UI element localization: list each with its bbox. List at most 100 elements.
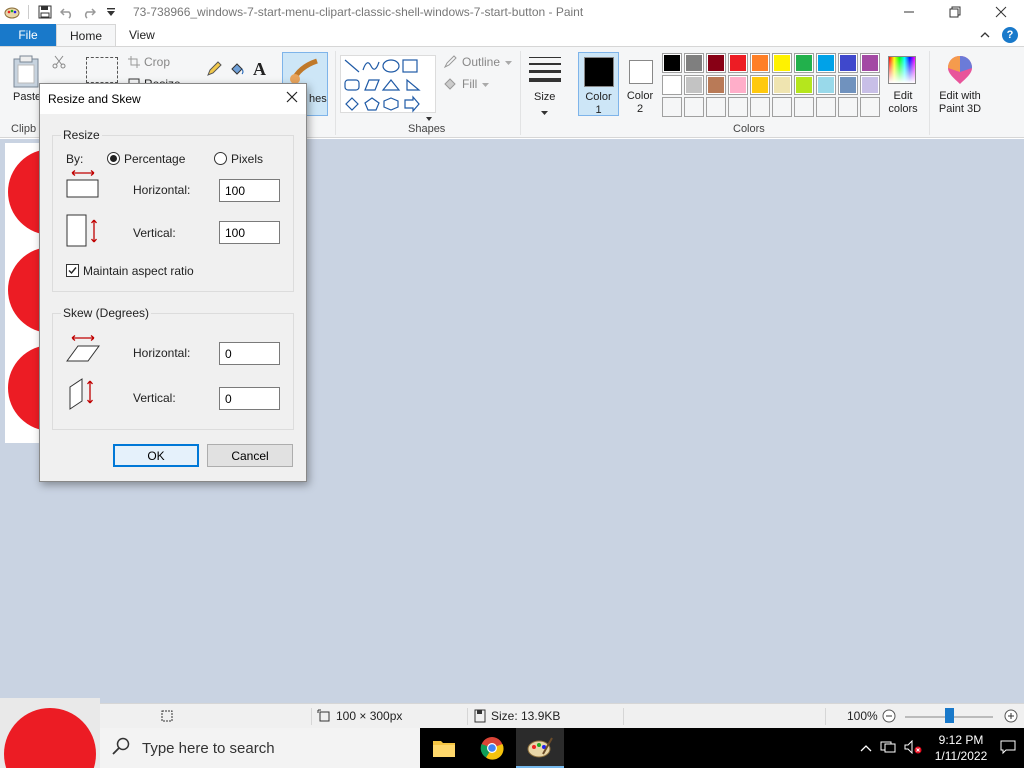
tab-view[interactable]: View bbox=[116, 24, 168, 46]
taskbar-paint[interactable] bbox=[516, 728, 564, 768]
palette-swatch[interactable] bbox=[860, 53, 880, 73]
palette-swatch[interactable] bbox=[684, 75, 704, 95]
collapse-ribbon-icon[interactable] bbox=[980, 28, 990, 42]
palette-swatch[interactable] bbox=[838, 75, 858, 95]
tab-file[interactable]: File bbox=[0, 24, 56, 46]
palette-swatch[interactable] bbox=[662, 53, 682, 73]
palette-swatch[interactable] bbox=[838, 53, 858, 73]
palette-swatch[interactable] bbox=[860, 97, 880, 117]
palette-swatch[interactable] bbox=[750, 75, 770, 95]
volume-muted-icon[interactable] bbox=[904, 739, 922, 757]
palette-swatch[interactable] bbox=[794, 97, 814, 117]
palette-swatch[interactable] bbox=[662, 75, 682, 95]
close-button[interactable] bbox=[978, 0, 1024, 24]
palette-swatch[interactable] bbox=[706, 53, 726, 73]
palette-swatch[interactable] bbox=[816, 75, 836, 95]
dialog-close-button[interactable] bbox=[286, 90, 298, 108]
edit-with-paint3d-button[interactable]: Edit with Paint 3D bbox=[934, 52, 986, 116]
palette-swatch[interactable] bbox=[794, 53, 814, 73]
palette-swatch[interactable] bbox=[728, 75, 748, 95]
palette-swatch[interactable] bbox=[728, 97, 748, 117]
ok-button[interactable]: OK bbox=[113, 444, 199, 467]
palette-swatch[interactable] bbox=[684, 97, 704, 117]
skew-vertical-input[interactable] bbox=[219, 387, 280, 410]
cut-icon[interactable] bbox=[52, 55, 66, 72]
palette-swatch[interactable] bbox=[772, 53, 792, 73]
size-button[interactable] bbox=[528, 55, 562, 86]
edit-colors-button[interactable]: Edit colors bbox=[882, 52, 924, 116]
separator bbox=[335, 51, 336, 135]
customize-quick-access-icon[interactable] bbox=[103, 4, 119, 20]
divider bbox=[825, 708, 826, 725]
crop-button[interactable]: Crop bbox=[128, 55, 170, 69]
outline-label: Outline bbox=[462, 55, 501, 69]
chevron-up-icon[interactable] bbox=[860, 741, 872, 755]
crop-label: Crop bbox=[144, 55, 171, 69]
palette-swatch[interactable] bbox=[816, 53, 836, 73]
color1-button[interactable]: Color 1 bbox=[578, 52, 619, 116]
skew-legend: Skew (Degrees) bbox=[61, 306, 152, 320]
fill-button[interactable]: Fill bbox=[443, 77, 490, 91]
brushes-label: hes bbox=[309, 93, 327, 105]
palette-swatch[interactable] bbox=[728, 53, 748, 73]
tab-home[interactable]: Home bbox=[56, 24, 117, 46]
zoom-in-button[interactable] bbox=[1004, 709, 1018, 723]
taskbar-search[interactable]: Type here to search bbox=[100, 728, 420, 768]
fill-bucket-icon[interactable] bbox=[229, 61, 245, 80]
outline-button[interactable]: Outline bbox=[443, 55, 513, 69]
disk-icon bbox=[474, 709, 486, 723]
color2-button[interactable]: Color 2 bbox=[621, 52, 659, 116]
minimize-button[interactable] bbox=[886, 0, 932, 24]
skew-horizontal-label: Horizontal: bbox=[133, 346, 191, 360]
palette-swatch[interactable] bbox=[662, 97, 682, 117]
taskbar-clock[interactable]: 9:12 PM 1/11/2022 bbox=[930, 732, 992, 764]
palette-swatch[interactable] bbox=[684, 53, 704, 73]
cancel-button[interactable]: Cancel bbox=[207, 444, 293, 467]
select-icon[interactable] bbox=[86, 57, 118, 83]
colors-group-label: Colors bbox=[733, 123, 765, 135]
palette-swatch[interactable] bbox=[706, 97, 726, 117]
palette-swatch[interactable] bbox=[706, 75, 726, 95]
red-circle-logo bbox=[4, 708, 96, 768]
zoom-out-button[interactable] bbox=[882, 709, 896, 723]
pixels-label[interactable]: Pixels bbox=[231, 152, 263, 166]
paint3d-icon bbox=[948, 56, 972, 84]
resize-horizontal-input[interactable] bbox=[219, 179, 280, 202]
text-tool-icon[interactable]: A bbox=[253, 59, 266, 80]
taskbar-file-explorer[interactable] bbox=[420, 728, 468, 768]
maintain-aspect-ratio-checkbox[interactable] bbox=[66, 264, 79, 277]
palette-swatch[interactable] bbox=[794, 75, 814, 95]
skew-horizontal-input[interactable] bbox=[219, 342, 280, 365]
shapes-gallery[interactable] bbox=[340, 55, 436, 113]
zoom-slider-thumb[interactable] bbox=[945, 708, 954, 723]
notifications-icon[interactable] bbox=[1000, 739, 1016, 758]
help-icon[interactable]: ? bbox=[1002, 27, 1018, 43]
percentage-label[interactable]: Percentage bbox=[124, 152, 185, 166]
palette-swatch[interactable] bbox=[750, 97, 770, 117]
palette-swatch[interactable] bbox=[750, 53, 770, 73]
size-dropdown-icon[interactable] bbox=[541, 105, 548, 119]
maintain-aspect-ratio-label[interactable]: Maintain aspect ratio bbox=[83, 264, 194, 278]
paste-button[interactable] bbox=[12, 55, 40, 92]
skew-group: Skew (Degrees) Horizontal: Vertical: bbox=[52, 306, 294, 430]
paint-app-icon[interactable] bbox=[4, 4, 20, 20]
percentage-radio[interactable] bbox=[107, 152, 120, 165]
color2-swatch bbox=[629, 60, 653, 84]
redo-icon[interactable] bbox=[81, 4, 97, 20]
taskbar-chrome[interactable] bbox=[468, 728, 516, 768]
save-icon[interactable] bbox=[37, 4, 53, 20]
pencil-icon[interactable] bbox=[206, 61, 222, 80]
skew-vertical-icon bbox=[69, 378, 93, 410]
palette-swatch[interactable] bbox=[816, 97, 836, 117]
undo-icon[interactable] bbox=[59, 4, 75, 20]
resize-group: Resize By: Percentage Pixels Horizontal:… bbox=[52, 128, 294, 292]
palette-swatch[interactable] bbox=[838, 97, 858, 117]
network-icon[interactable] bbox=[880, 740, 896, 757]
resize-vertical-input[interactable] bbox=[219, 221, 280, 244]
resize-vertical-label: Vertical: bbox=[133, 226, 176, 240]
palette-swatch[interactable] bbox=[772, 75, 792, 95]
palette-swatch[interactable] bbox=[860, 75, 880, 95]
restore-button[interactable] bbox=[932, 0, 978, 24]
palette-swatch[interactable] bbox=[772, 97, 792, 117]
pixels-radio[interactable] bbox=[214, 152, 227, 165]
